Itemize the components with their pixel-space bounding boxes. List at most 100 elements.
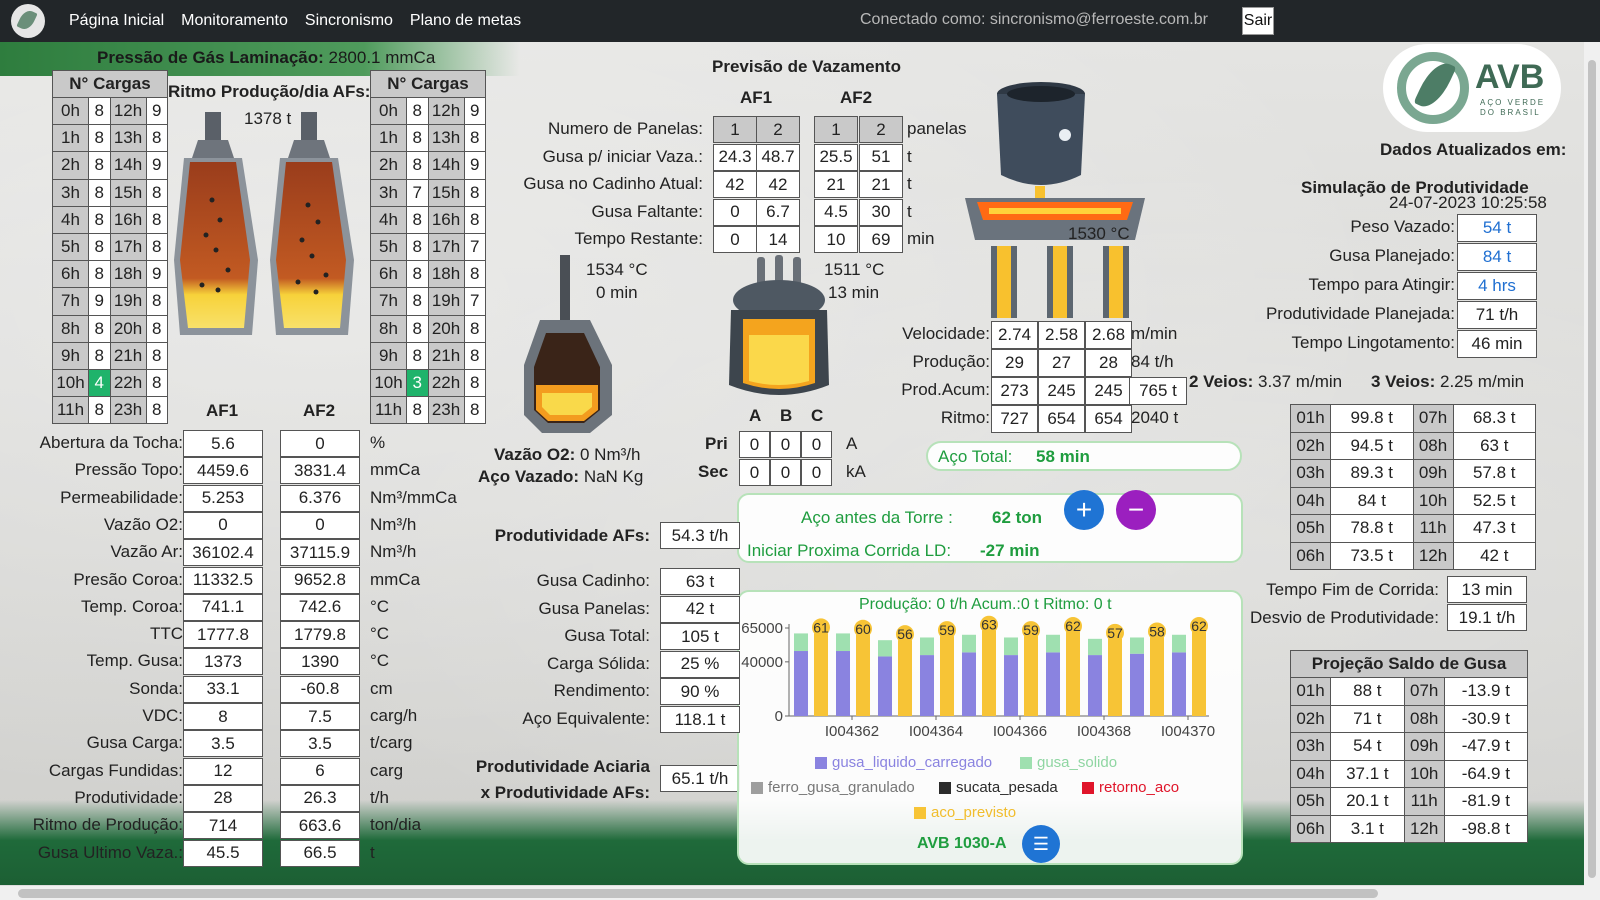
app-logo-icon[interactable] — [11, 4, 45, 38]
loads-count-cell: 8 — [145, 396, 168, 425]
legend-label: aco_previsto — [931, 804, 1017, 821]
af-param-unit: t/h — [370, 787, 389, 807]
legend-swatch — [914, 806, 926, 819]
two-strands: 2 Veios: 3.37 m/min — [1189, 372, 1342, 392]
loads-count-cell: 8 — [406, 314, 429, 343]
deviation-value: 19.1 t/h — [1447, 604, 1527, 631]
legend-gusa-liquido[interactable]: gusa_liquido_carregado — [815, 754, 992, 771]
pri-cell: 0 — [770, 431, 801, 458]
bar-gusa-liquido — [1130, 653, 1144, 716]
hour-cell: 10h — [52, 368, 89, 398]
value-cell: 47.3 t — [1452, 514, 1536, 543]
scrollbar-thumb[interactable] — [18, 889, 1378, 898]
loads-count-cell: 8 — [406, 205, 429, 234]
value-cell: 3.1 t — [1330, 814, 1405, 843]
bar-gusa-solido — [962, 634, 976, 653]
af1-value: 12 — [183, 757, 263, 785]
casting-cell: 27 — [1038, 349, 1085, 377]
hour-cell: 10h — [370, 368, 407, 398]
bar-value-label: 57 — [1107, 625, 1123, 641]
decrease-button[interactable]: − — [1116, 490, 1156, 530]
af2-value: 742.6 — [280, 593, 360, 621]
af-param-label: Gusa Carga: — [86, 733, 183, 753]
legend-ferro-gusa[interactable]: ferro_gusa_granulado — [751, 779, 915, 796]
legend-gusa-solido[interactable]: gusa_solido — [1020, 754, 1117, 771]
loads-count-cell: 9 — [145, 151, 168, 180]
forecast-cell: 42 — [756, 171, 800, 198]
bar-aco-previsto — [1150, 637, 1164, 716]
summary-value: 90 % — [660, 678, 740, 706]
vertical-scrollbar[interactable] — [1584, 42, 1600, 900]
scrollbar-thumb[interactable] — [1588, 60, 1596, 878]
legend-aco-previsto[interactable]: aco_previsto — [914, 804, 1016, 821]
simulation-value: 4 hrs — [1457, 272, 1537, 300]
hour-cell: 4h — [52, 205, 89, 234]
bar-value-label: 56 — [897, 626, 913, 642]
nav-goals-plan[interactable]: Plano de metas — [410, 12, 521, 30]
hour-cell: 06h — [1290, 541, 1331, 570]
summary-label: Aço Equivalente: — [522, 709, 650, 728]
af-param-unit: % — [370, 433, 386, 452]
value-cell: -64.9 t — [1443, 759, 1529, 788]
value-cell: -81.9 t — [1443, 787, 1529, 816]
bar-value-label: 58 — [1149, 623, 1165, 639]
hour-cell: 07h — [1403, 677, 1445, 706]
af2-value: 9652.8 — [280, 566, 360, 594]
bar-aco-previsto — [814, 633, 828, 716]
loads-row: 7h 9 19h 8 — [52, 287, 168, 316]
table-row: 05h 20.1 t 11h -81.9 t — [1290, 787, 1529, 816]
hour-cell: 22h — [109, 368, 147, 398]
af2-value: 37115.9 — [280, 539, 360, 567]
af1-value: 33.1 — [183, 675, 263, 703]
forecast-unit: min — [907, 229, 935, 248]
list-icon[interactable]: ☰ — [1022, 825, 1060, 863]
three-strands: 3 Veios: 2.25 m/min — [1371, 372, 1524, 392]
table-row: 06h 73.5 t 12h 42 t — [1290, 541, 1536, 570]
nav-monitoring[interactable]: Monitoramento — [181, 12, 288, 30]
forecast-cell: 0 — [713, 198, 757, 226]
bar-aco-previsto — [940, 636, 954, 716]
af1-value: 5.6 — [183, 430, 263, 457]
horizontal-scrollbar[interactable] — [0, 885, 1584, 900]
x-tick-label: I004366 — [993, 723, 1047, 740]
hour-cell: 18h — [109, 260, 147, 289]
casting-label: Ritmo: — [940, 408, 990, 427]
forecast-cell: 25.5 — [814, 143, 858, 171]
legend-sucata[interactable]: sucata_pesada — [939, 779, 1058, 796]
af-param-label: Temp. Coroa: — [80, 596, 183, 616]
forecast-cell: 6.7 — [756, 198, 800, 226]
value-cell: 37.1 t — [1330, 759, 1405, 788]
nav-home[interactable]: Página Inicial — [69, 12, 164, 30]
steelshop-prod-label1: Produtividade Aciaria — [475, 757, 650, 776]
forecast-unit: t — [907, 201, 912, 221]
summary-value: 63 t — [660, 568, 740, 595]
forecast-cell: 24.3 — [713, 143, 757, 171]
bar-value-label: 59 — [939, 622, 955, 638]
summary-label: Gusa Total: — [564, 626, 650, 646]
steelshop-prod-label2: x Produtividade AFs: — [480, 783, 650, 802]
af1-value: 714 — [183, 812, 263, 840]
phase-label: C — [811, 406, 824, 425]
af-productivity-label: Produtividade AFs: — [494, 526, 650, 545]
loads-row: 9h 8 21h 8 — [370, 341, 486, 370]
x-tick-label: I004364 — [909, 723, 963, 740]
hour-cell: 5h — [370, 232, 407, 262]
loads-count-cell: 8 — [88, 96, 111, 126]
legend-retorno-aco[interactable]: retorno_aco — [1082, 779, 1179, 796]
bar-aco-previsto — [982, 630, 996, 716]
converter-icon — [524, 255, 612, 433]
af-param-unit: carg — [370, 760, 404, 780]
increase-button[interactable]: + — [1064, 490, 1104, 530]
hour-cell: 12h — [1403, 814, 1445, 843]
af2-value: 3.5 — [280, 730, 360, 758]
nav-sync[interactable]: Sincronismo — [305, 12, 393, 30]
hour-cell: 20h — [109, 314, 147, 343]
af2-value: 26.3 — [280, 784, 360, 812]
loads-row: 0h 8 12h 9 — [370, 96, 486, 126]
bar-gusa-liquido — [1172, 652, 1186, 716]
loads-count-cell: 8 — [145, 178, 168, 207]
loads-count-cell: 8 — [88, 341, 111, 370]
hour-cell: 11h — [1412, 514, 1454, 543]
hour-cell: 13h — [427, 124, 465, 153]
logout-button[interactable]: Sair — [1242, 7, 1274, 35]
